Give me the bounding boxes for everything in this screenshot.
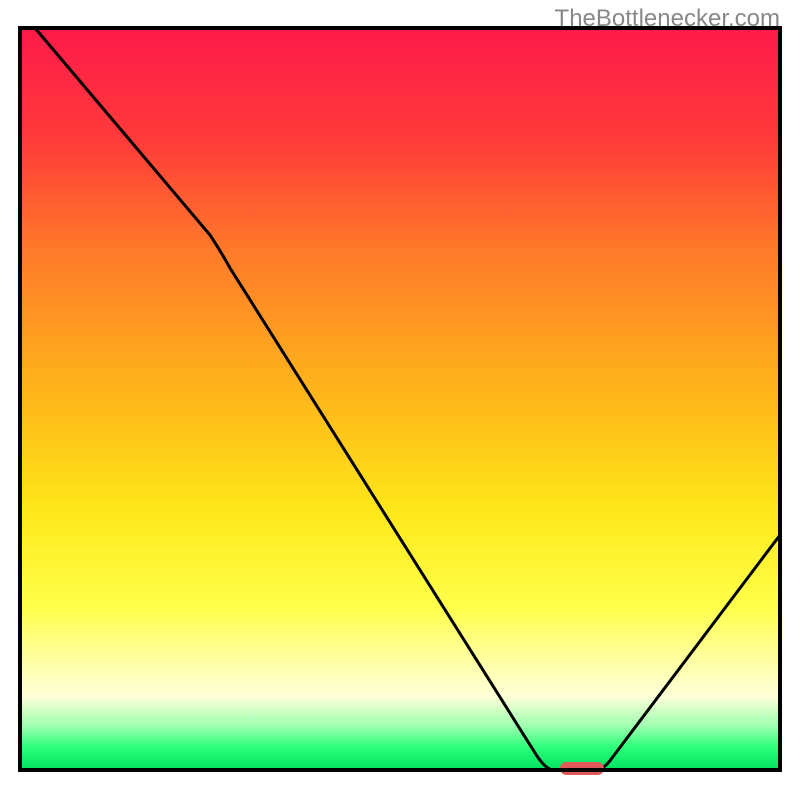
plot-background: [20, 28, 780, 770]
watermark-text: TheBottlenecker.com: [555, 5, 780, 33]
chart-svg: [0, 0, 800, 800]
bottleneck-chart: TheBottlenecker.com: [0, 0, 800, 800]
